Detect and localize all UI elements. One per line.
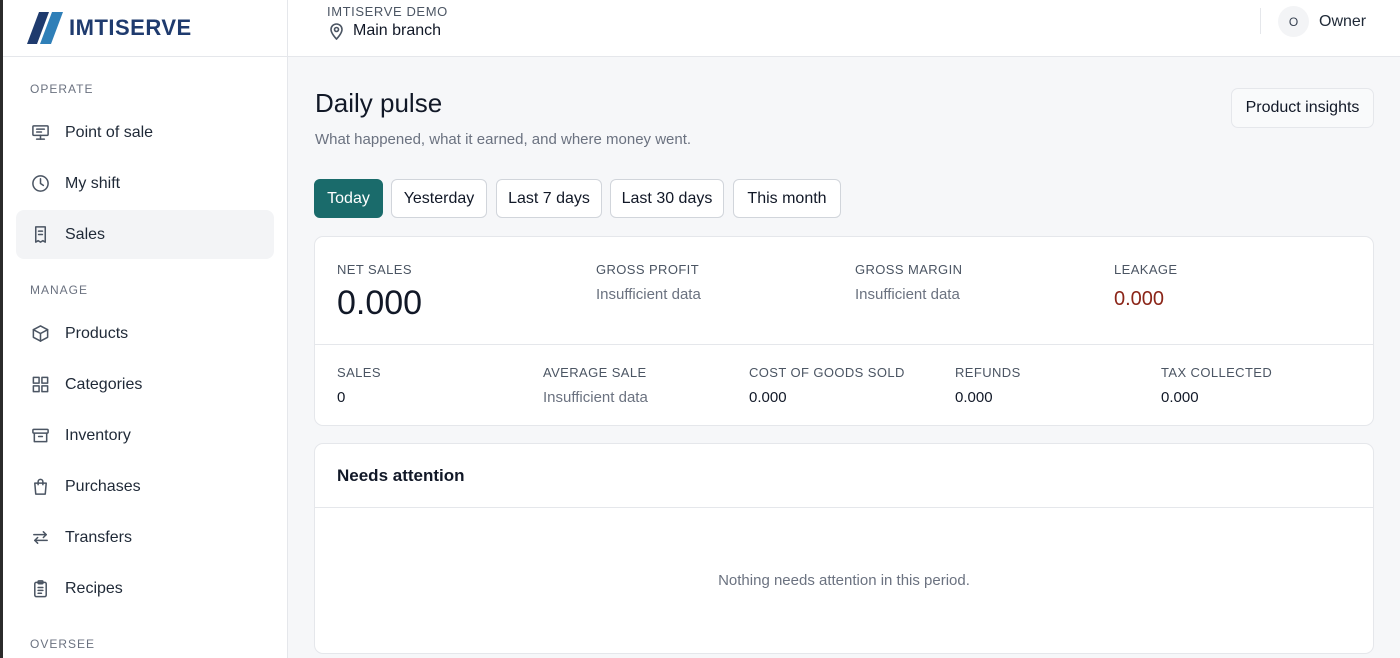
org-name: IMTISERVE DEMO	[327, 4, 448, 19]
leakage-label: LEAKAGE	[1114, 262, 1178, 277]
user-menu[interactable]: O Owner	[1278, 6, 1366, 37]
nav-section-oversee: OVERSEE	[30, 637, 96, 651]
nav-section-manage: MANAGE	[30, 283, 89, 297]
sidebar-item-sales[interactable]: Sales	[16, 210, 274, 259]
brand-logo[interactable]: IMTISERVE	[3, 0, 287, 57]
sidebar-item-label: My shift	[65, 174, 121, 192]
grid-icon	[30, 375, 50, 395]
brand-name: IMTISERVE	[69, 15, 192, 40]
net-sales-label: NET SALES	[337, 262, 412, 277]
empty-state-message: Nothing needs attention in this period.	[718, 572, 970, 589]
sales-count-label: SALES	[337, 365, 381, 380]
sidebar: IMTISERVE OPERATE Point of sale My shift…	[3, 0, 288, 658]
gross-profit-value: Insufficient data	[596, 286, 701, 303]
needs-attention-card: Needs attention Nothing needs attention …	[314, 443, 1374, 654]
cogs-label: COST OF GOODS SOLD	[749, 365, 905, 380]
sidebar-item-my-shift[interactable]: My shift	[16, 159, 274, 208]
range-yesterday-button[interactable]: Yesterday	[391, 179, 487, 218]
sidebar-item-label: Categories	[65, 375, 143, 393]
top-bar: IMTISERVE DEMO Main branch O Owner	[288, 0, 1400, 57]
average-sale-label: AVERAGE SALE	[543, 365, 647, 380]
sidebar-item-recipes[interactable]: Recipes	[16, 564, 274, 613]
tax-collected-label: TAX COLLECTED	[1161, 365, 1273, 380]
sidebar-item-label: Sales	[65, 225, 106, 243]
sales-count-value: 0	[337, 389, 346, 406]
page-subtitle: What happened, what it earned, and where…	[315, 131, 692, 148]
shopping-bag-icon	[30, 477, 50, 497]
header-divider	[1260, 8, 1261, 34]
gross-margin-value: Insufficient data	[855, 286, 960, 303]
range-today-button[interactable]: Today	[314, 179, 383, 218]
monitor-icon	[30, 123, 50, 143]
page-title: Daily pulse	[315, 88, 443, 118]
sidebar-item-point-of-sale[interactable]: Point of sale	[16, 108, 274, 157]
branch-label: Main branch	[353, 22, 442, 39]
gross-margin-label: GROSS MARGIN	[855, 262, 963, 277]
sidebar-item-label: Purchases	[65, 477, 141, 495]
kpi-divider	[315, 344, 1373, 345]
gross-profit-label: GROSS PROFIT	[596, 262, 700, 277]
cogs-value: 0.000	[749, 389, 787, 406]
user-name: Owner	[1319, 12, 1367, 30]
product-insights-button[interactable]: Product insights	[1231, 88, 1374, 128]
attention-divider	[315, 507, 1373, 508]
sidebar-item-products[interactable]: Products	[16, 309, 274, 358]
map-pin-icon	[330, 22, 343, 40]
net-sales-value: 0.000	[337, 284, 423, 322]
kpi-card: NET SALES 0.000 GROSS PROFIT Insufficien…	[314, 236, 1374, 426]
scrollbar-track[interactable]	[1394, 57, 1400, 658]
receipt-icon	[30, 225, 50, 245]
logo-icon	[27, 12, 63, 44]
sidebar-item-inventory[interactable]: Inventory	[16, 411, 274, 460]
range-last-30-days-button[interactable]: Last 30 days	[610, 179, 724, 218]
archive-icon	[30, 426, 50, 446]
nav-section-operate: OPERATE	[30, 82, 94, 96]
clock-icon	[30, 174, 50, 194]
sidebar-item-categories[interactable]: Categories	[16, 360, 274, 409]
box-icon	[30, 324, 50, 344]
refunds-label: REFUNDS	[955, 365, 1021, 380]
sidebar-item-label: Recipes	[65, 579, 123, 597]
sidebar-item-label: Point of sale	[65, 123, 154, 141]
arrows-swap-icon	[30, 528, 50, 548]
clipboard-icon	[30, 579, 50, 599]
sidebar-item-label: Inventory	[65, 426, 131, 444]
sidebar-item-label: Products	[65, 324, 129, 342]
needs-attention-title: Needs attention	[337, 466, 465, 485]
range-this-month-button[interactable]: This month	[733, 179, 841, 218]
leakage-value: 0.000	[1114, 288, 1165, 310]
refunds-value: 0.000	[955, 389, 993, 406]
branch-selector[interactable]: Main branch	[329, 22, 441, 40]
tax-collected-value: 0.000	[1161, 389, 1199, 406]
avatar: O	[1278, 6, 1309, 37]
sidebar-item-label: Transfers	[65, 528, 132, 546]
sidebar-item-purchases[interactable]: Purchases	[16, 462, 274, 511]
range-last-7-days-button[interactable]: Last 7 days	[496, 179, 602, 218]
sidebar-item-transfers[interactable]: Transfers	[16, 513, 274, 562]
average-sale-value: Insufficient data	[543, 389, 648, 406]
